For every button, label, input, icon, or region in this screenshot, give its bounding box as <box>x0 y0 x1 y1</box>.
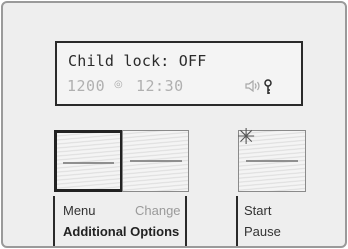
menu-label: Menu <box>63 203 96 218</box>
additional-options-label: Additional Options <box>63 224 180 239</box>
menu-button[interactable] <box>54 130 123 192</box>
divider-left <box>53 196 55 246</box>
spin-speed-readout: 1200 <box>67 77 106 95</box>
divider-mid <box>185 196 187 246</box>
pause-label: Pause <box>244 224 281 239</box>
lcd-display: Child lock: OFF 1200 ◎ 12:30 <box>55 41 303 106</box>
control-panel: Child lock: OFF 1200 ◎ 12:30 ✳ Menu Chan… <box>1 1 347 248</box>
time-readout: 12:30 <box>136 77 184 95</box>
button-line <box>129 160 182 162</box>
key-icon <box>264 79 272 94</box>
divider-start <box>236 196 238 246</box>
button-line <box>63 162 114 164</box>
start-label: Start <box>244 203 272 218</box>
change-button[interactable] <box>122 130 189 192</box>
child-lock-status: Child lock: OFF <box>68 52 207 70</box>
start-pause-button[interactable]: ✳ <box>237 125 306 192</box>
speaker-icon <box>245 80 260 92</box>
button-line <box>245 160 299 162</box>
spin-icon: ◎ <box>114 79 123 90</box>
change-label: Change <box>135 203 181 218</box>
start-indicator-icon: ✳ <box>237 125 256 150</box>
